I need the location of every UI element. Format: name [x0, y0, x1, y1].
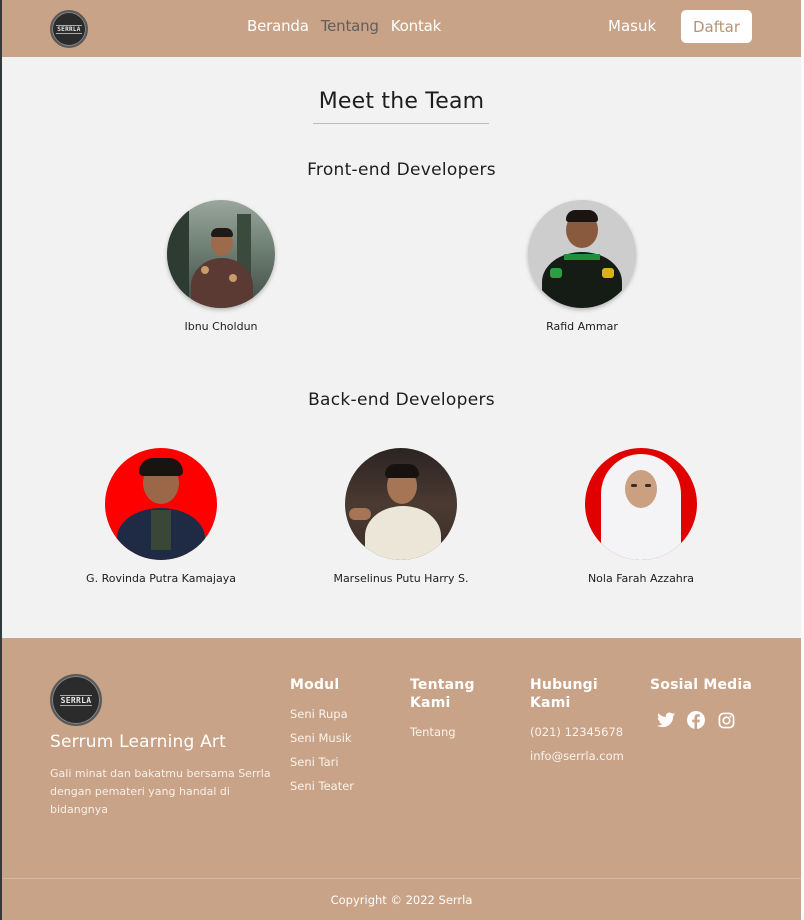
member-name: Ibnu Choldun — [184, 320, 258, 333]
team-member-card: Ibnu Choldun — [126, 200, 316, 333]
member-photo — [585, 448, 697, 560]
modul-heading: Modul — [290, 677, 340, 693]
team-member-card: Marselinus Putu Harry S. — [296, 448, 506, 585]
nav-links: Beranda Tentang Kontak — [247, 17, 441, 35]
footer-link-seni-tari[interactable]: Seni Tari — [290, 755, 354, 779]
nav-link-beranda[interactable]: Beranda — [247, 17, 309, 35]
footer-link-tentang[interactable]: Tentang — [410, 725, 456, 749]
footer-phone[interactable]: (021) 12345678 — [530, 725, 624, 749]
member-photo — [105, 448, 217, 560]
member-name: Nola Farah Azzahra — [587, 572, 695, 585]
login-link[interactable]: Masuk — [608, 17, 656, 35]
navbar: SERRLA Beranda Tentang Kontak Masuk Daft… — [2, 0, 801, 57]
tentang-list: Tentang — [410, 725, 456, 749]
frontend-heading: Front-end Developers — [307, 160, 496, 180]
page-title: Meet the Team — [318, 89, 485, 114]
footer-email[interactable]: info@serrla.com — [530, 749, 624, 773]
title-underline — [313, 123, 489, 124]
member-photo — [345, 448, 457, 560]
member-name: G. Rovinda Putra Kamajaya — [86, 572, 236, 585]
footer-tagline: Gali minat dan bakatmu bersama Serrla de… — [50, 767, 271, 816]
member-photo — [167, 200, 275, 308]
site-logo[interactable]: SERRLA — [50, 10, 88, 48]
instagram-icon[interactable] — [716, 710, 736, 730]
footer-link-seni-rupa[interactable]: Seni Rupa — [290, 707, 354, 731]
hubungi-heading: Hubungi Kami — [530, 677, 598, 711]
footer-logo-text: SERRLA — [59, 694, 93, 706]
footer-link-seni-teater[interactable]: Seni Teater — [290, 779, 354, 803]
team-member-card: Nola Farah Azzahra — [536, 448, 746, 585]
social-icons — [656, 710, 736, 730]
nav-link-kontak[interactable]: Kontak — [391, 17, 442, 35]
member-name: Marselinus Putu Harry S. — [333, 572, 469, 585]
register-button[interactable]: Daftar — [681, 10, 752, 43]
footer-brand: Serrum Learning Art — [50, 732, 226, 752]
hubungi-list: (021) 12345678 info@serrla.com — [530, 725, 624, 773]
team-member-card: G. Rovinda Putra Kamajaya — [56, 448, 266, 585]
copyright: Copyright © 2022 Serrla — [330, 893, 473, 907]
sosial-heading: Sosial Media — [650, 677, 753, 693]
footer-logo: SERRLA — [50, 674, 102, 726]
member-photo — [528, 200, 636, 308]
modul-list: Seni Rupa Seni Musik Seni Tari Seni Teat… — [290, 707, 354, 803]
footer-divider — [2, 878, 801, 879]
facebook-icon[interactable] — [686, 710, 706, 730]
footer: SERRLA Serrum Learning Art Gali minat da… — [2, 638, 801, 920]
logo-text: SERRLA — [56, 24, 82, 34]
twitter-icon[interactable] — [656, 710, 676, 730]
tentang-heading: Tentang Kami — [410, 677, 475, 711]
nav-link-tentang[interactable]: Tentang — [321, 17, 379, 35]
footer-link-seni-musik[interactable]: Seni Musik — [290, 731, 354, 755]
member-name: Rafid Ammar — [546, 320, 618, 333]
backend-heading: Back-end Developers — [308, 390, 495, 410]
page: SERRLA Beranda Tentang Kontak Masuk Daft… — [2, 0, 801, 920]
team-member-card: Rafid Ammar — [487, 200, 677, 333]
